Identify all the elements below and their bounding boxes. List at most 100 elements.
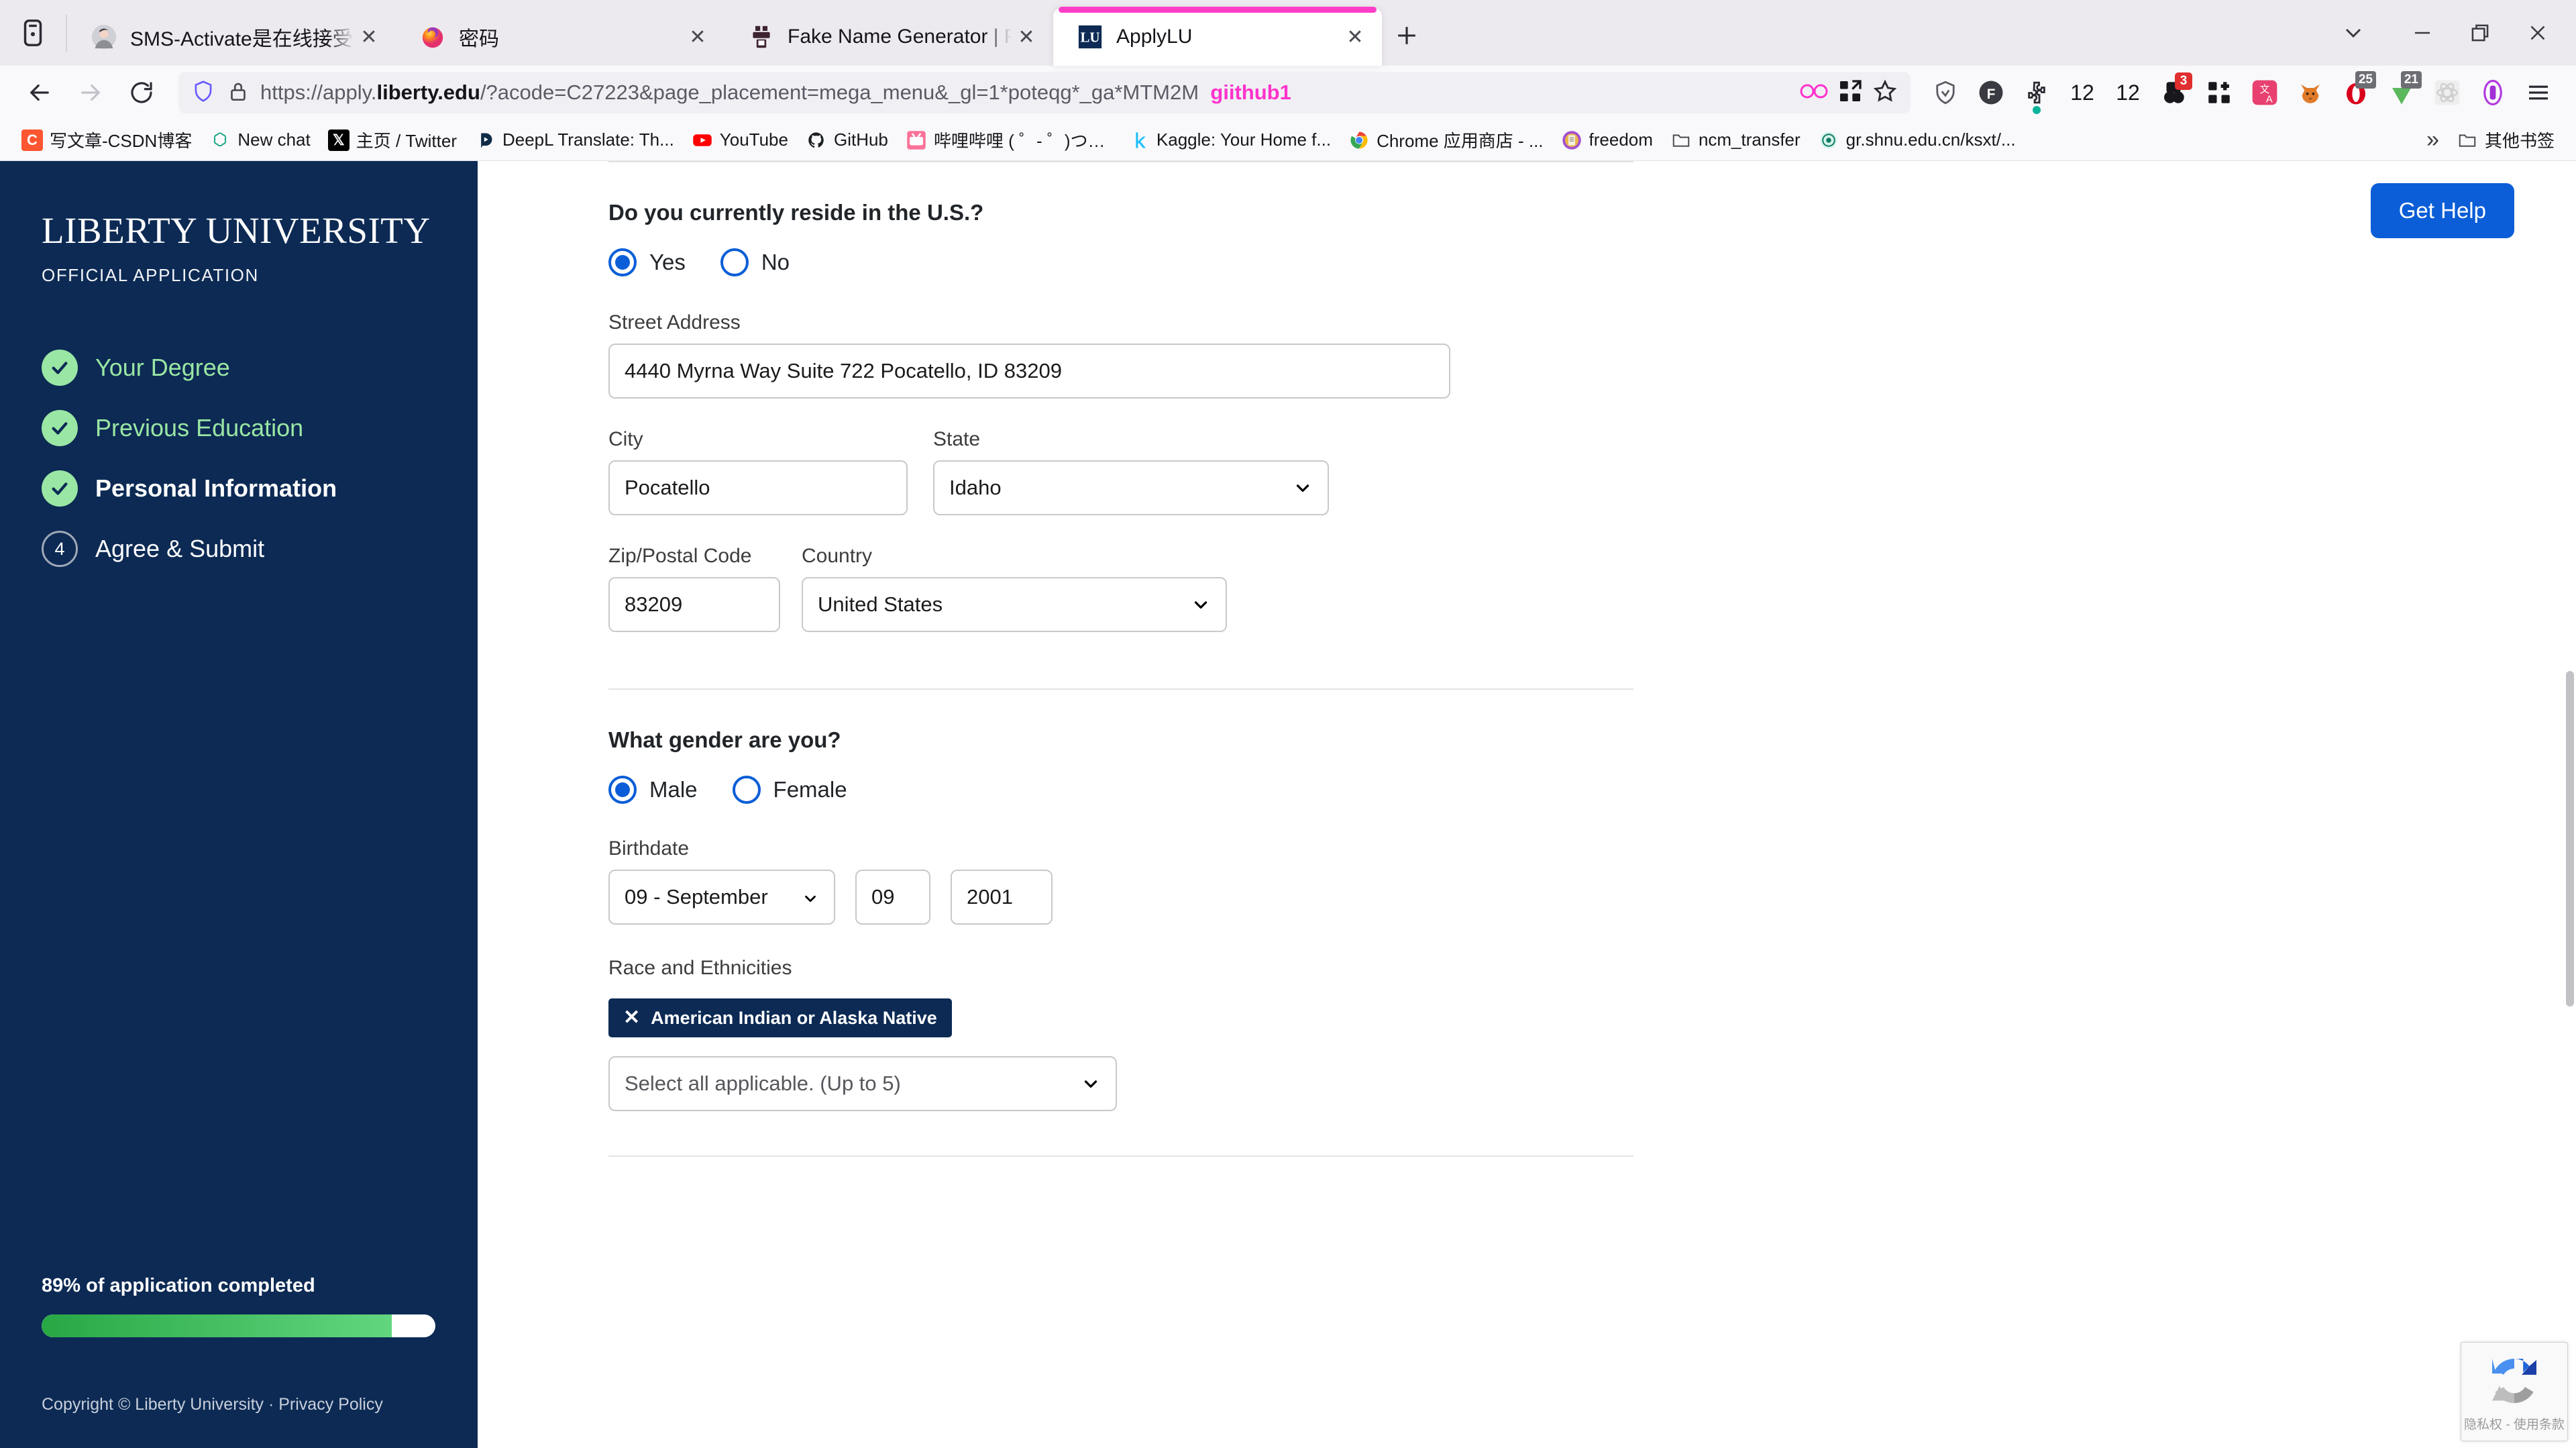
race-select[interactable]: Select all applicable. (Up to 5) [608,1056,1117,1111]
close-icon[interactable]: ✕ [1340,22,1370,52]
sidebar-toggle-button[interactable] [0,0,66,66]
tab-applylu[interactable]: LU ApplyLU ✕ [1053,7,1382,66]
counter-12-second[interactable]: 12 [2106,71,2149,114]
bookmarks-bar: C 写文章-CSDN博客 New chat 𝕏 主页 / Twitter Dee… [0,119,2576,161]
close-icon[interactable]: ✕ [1012,22,1041,52]
bookmark-freedom[interactable]: freedom [1553,125,1661,155]
recaptcha-terms[interactable]: 隐私权 - 使用条款 [2464,1414,2565,1433]
bookmark-star-icon[interactable] [1872,78,1898,108]
translate-extension-icon[interactable]: 文A [2243,71,2286,114]
vpn-shield-icon[interactable]: 21 [2380,71,2423,114]
radio-icon[interactable] [608,248,637,276]
zip-input[interactable]: 83209 [608,577,780,632]
adblock-icon[interactable]: 3 [2152,71,2195,114]
tab-title: 密码 [459,28,499,50]
maximize-button[interactable] [2451,7,2509,58]
gender-option-female[interactable]: Female [732,776,847,804]
birthdate-month-value: 09 - September [625,885,768,909]
residence-question: Do you currently reside in the U.S.? [608,200,984,225]
divider [608,1155,1633,1157]
birthdate-day-input[interactable]: 09 [855,870,930,925]
firefox-icon [419,23,447,51]
fox-extension-icon[interactable] [2289,71,2332,114]
birthdate-year-input[interactable]: 2001 [951,870,1053,925]
radio-icon[interactable] [720,248,749,276]
street-address-label: Street Address [608,311,741,333]
adguard-icon[interactable] [1924,71,1967,114]
get-help-button[interactable]: Get Help [2370,183,2514,238]
qr-extension-icon[interactable] [1837,78,1864,108]
close-icon[interactable]: ✕ [683,22,712,52]
bookmark-ncm-transfer[interactable]: ncm_transfer [1662,125,1809,155]
close-icon[interactable]: ✕ [354,22,384,52]
bookmark-chrome-webstore[interactable]: Chrome 应用商店 - ... [1340,123,1551,156]
address-bar[interactable]: https://apply.liberty.edu/?acode=C27223&… [178,72,1911,113]
deepl-icon [474,130,496,151]
close-window-button[interactable] [2509,7,2567,58]
sidebar-footer: 89% of application completed Copyright ©… [42,1275,478,1448]
bookmark-shnu[interactable]: gr.shnu.edu.cn/ksxt/... [1810,125,2024,155]
tab-strip: SMS-Activate是在线接受短信的 ✕ [0,0,2576,66]
remove-chip-icon[interactable]: ✕ [623,1008,640,1028]
bookmark-github[interactable]: GitHub [798,125,896,155]
sidebar-item-label: Agree & Submit [95,535,265,562]
fake-name-generator-icon [747,23,775,51]
tab-title: Fake Name Generator | FauxI [788,25,1012,48]
country-select[interactable]: United States [802,577,1227,632]
residence-option-no[interactable]: No [720,248,790,276]
bookmark-deepl[interactable]: DeepL Translate: Th... [466,125,682,155]
sidebar-item-previous-education[interactable]: Previous Education [42,410,478,446]
sidebar-item-label: Personal Information [95,474,337,502]
hamburger-menu-icon[interactable] [2517,71,2560,114]
sidebar-item-personal-information[interactable]: Personal Information [42,470,478,507]
minimize-button[interactable] [2394,7,2451,58]
bookmark-other-bookmarks[interactable]: 其他书签 [2449,123,2563,156]
race-chip[interactable]: ✕ American Indian or Alaska Native [608,998,952,1037]
f-extension-icon[interactable]: F [1970,71,2012,114]
state-select[interactable]: Idaho [933,460,1329,515]
recaptcha-badge[interactable]: 隐私权 - 使用条款 [2461,1342,2568,1441]
bookmark-youtube[interactable]: YouTube [684,125,796,155]
race-ethnicities-field: Race and Ethnicities ✕ American Indian o… [608,957,1635,1111]
reload-button[interactable] [118,69,165,116]
residence-option-yes[interactable]: Yes [608,248,686,276]
list-all-tabs-button[interactable] [2313,7,2394,58]
counter-12-first[interactable]: 12 [2061,71,2104,114]
birthdate-month-select[interactable]: 09 - September [608,870,835,925]
liberty-university-icon: LU [1076,23,1104,51]
gender-option-male[interactable]: Male [608,776,698,804]
form-container: Do you currently reside in the U.S.? Yes… [608,161,1635,1157]
tab-passwords[interactable]: 密码 ✕ [396,8,724,66]
vertical-scrollbar[interactable] [2564,161,2576,1448]
street-address-input[interactable]: 4440 Myrna Way Suite 722 Pocatello, ID 8… [608,344,1450,399]
city-input[interactable]: Pocatello [608,460,908,515]
back-button[interactable] [16,69,63,116]
scrollbar-thumb[interactable] [2566,671,2574,1006]
copyright-text[interactable]: Copyright © Liberty University · Privacy… [42,1395,478,1414]
sidebar-item-agree-submit[interactable]: 4 Agree & Submit [42,531,478,567]
tab-sms-activate[interactable]: SMS-Activate是在线接受短信的 ✕ [67,8,396,66]
bookmark-new-chat[interactable]: New chat [201,125,318,155]
sidebar-item-your-degree[interactable]: Your Degree [42,350,478,386]
bookmark-csdn[interactable]: C 写文章-CSDN博客 [13,123,200,156]
new-tab-button[interactable] [1382,11,1432,60]
puzzle-extension-icon[interactable] [2015,71,2058,114]
react-devtools-icon[interactable] [2426,71,2469,114]
radio-icon[interactable] [608,776,637,804]
opera-vpn-icon[interactable]: 25 [2334,71,2377,114]
bookmark-bilibili[interactable]: 哔哩哔哩 ( ゜- ゜)つロ ... [898,123,1119,156]
account-avatar-icon[interactable] [2471,71,2514,114]
tab-fake-name-generator[interactable]: Fake Name Generator | FauxI ✕ [724,8,1053,66]
lock-icon[interactable] [225,79,251,107]
bookmarks-overflow-button[interactable]: » [2418,123,2447,157]
state-field: State Idaho [933,428,1329,515]
url-text[interactable]: https://apply.liberty.edu/?acode=C27223&… [260,81,1790,105]
add-extension-grid-icon[interactable] [2198,71,2241,114]
shield-icon[interactable] [191,79,216,107]
csdn-icon: C [21,129,43,151]
gender-question: What gender are you? [608,727,841,752]
bookmark-twitter[interactable]: 𝕏 主页 / Twitter [320,123,465,156]
radio-icon[interactable] [732,776,761,804]
tab-list: SMS-Activate是在线接受短信的 ✕ [67,0,1432,66]
bookmark-kaggle[interactable]: Kaggle: Your Home f... [1120,125,1339,155]
